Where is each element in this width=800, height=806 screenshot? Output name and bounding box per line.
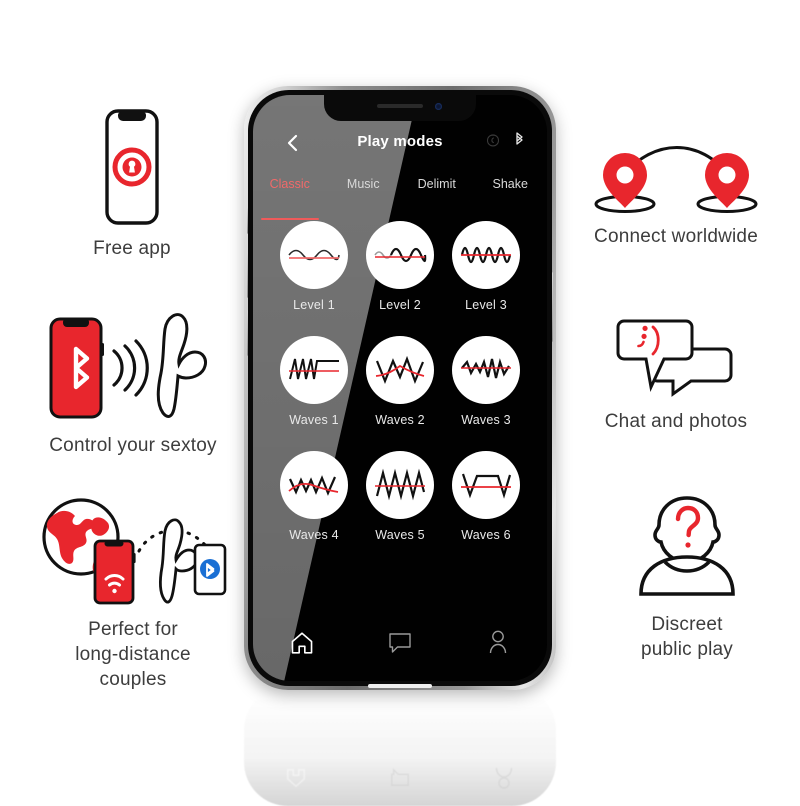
tab-classic[interactable]: Classic: [253, 177, 327, 211]
mode-waves-4[interactable]: Waves 4: [271, 451, 357, 542]
waveform-sine-rising-amplitude: [366, 221, 434, 289]
waveform-sine-low-amplitude: [280, 221, 348, 289]
earpiece-speaker: [377, 104, 423, 108]
home-indicator: [368, 684, 432, 688]
play-modes-grid: Level 1 Level 2 Level 3 Waves 1 Waves 2 …: [253, 221, 547, 542]
feature-caption: Chat and photos: [604, 411, 748, 432]
feature-free-app: Free app: [32, 108, 232, 261]
tab-delimit[interactable]: Delimit: [400, 177, 474, 211]
feature-long-distance: Perfect for long-distance couples: [22, 495, 244, 692]
phone-bezel: Play modes Classic Music Delimit Shake L…: [248, 90, 552, 686]
phone-mockup: Play modes Classic Music Delimit Shake L…: [236, 86, 564, 806]
feature-control-toy: Control your sextoy: [22, 305, 244, 458]
mode-label: Level 3: [465, 298, 507, 312]
anonymous-person-icon: [625, 492, 749, 602]
mode-tabs: Classic Music Delimit Shake: [253, 177, 547, 211]
phone-screen: Play modes Classic Music Delimit Shake L…: [253, 95, 547, 681]
reflected-home-icon: [244, 758, 348, 798]
mode-label: Level 1: [293, 298, 335, 312]
tab-shake[interactable]: Shake: [474, 177, 548, 211]
feature-caption: Control your sextoy: [49, 435, 217, 456]
mode-waves-2[interactable]: Waves 2: [357, 336, 443, 427]
person-icon: [488, 630, 508, 660]
front-camera-icon: [435, 103, 442, 110]
nav-chat-button[interactable]: [351, 623, 449, 667]
status-icons: [486, 132, 525, 153]
tab-music[interactable]: Music: [327, 177, 401, 211]
map-pins-arc-icon: [583, 140, 769, 214]
nav-profile-button[interactable]: [449, 623, 547, 667]
mode-waves-5[interactable]: Waves 5: [357, 451, 443, 542]
phone-reflection: [244, 686, 556, 806]
mode-waves-6[interactable]: Waves 6: [443, 451, 529, 542]
globe-phone-toy-icon: [33, 495, 233, 607]
phone-body: Play modes Classic Music Delimit Shake L…: [244, 86, 556, 690]
mode-level-1[interactable]: Level 1: [271, 221, 357, 312]
feature-connect-worldwide: Connect worldwide: [570, 140, 782, 249]
feature-caption: Connect worldwide: [594, 226, 758, 247]
waveform-square-plateau: [452, 451, 520, 519]
mode-waves-3[interactable]: Waves 3: [443, 336, 529, 427]
app-header: Play modes: [253, 125, 547, 165]
waveform-zigzag-descending: [280, 451, 348, 519]
promo-layout: Free app Control your sextoy Perfect for…: [0, 0, 800, 806]
feature-caption: Discreet public play: [641, 614, 733, 660]
speech-bubble-icon: [387, 631, 413, 660]
phone-bluetooth-toy-icon: [35, 305, 231, 423]
mode-label: Waves 2: [375, 413, 425, 427]
mode-label: Level 2: [379, 298, 421, 312]
reflected-profile-icon: [452, 758, 556, 798]
feature-discreet-play: Discreet public play: [592, 492, 782, 662]
mode-level-2[interactable]: Level 2: [357, 221, 443, 312]
bottom-nav: [253, 623, 547, 667]
feature-chat-photos: Chat and photos: [576, 315, 776, 434]
waveform-sine-high-frequency: [452, 221, 520, 289]
waveform-triangle-peak: [366, 336, 434, 404]
mode-label: Waves 4: [289, 528, 339, 542]
mode-label: Waves 6: [461, 528, 511, 542]
waveform-mixed-spikes: [452, 336, 520, 404]
mode-waves-1[interactable]: Waves 1: [271, 336, 357, 427]
toy-battery-icon[interactable]: [486, 133, 500, 152]
bluetooth-icon[interactable]: [514, 132, 525, 153]
mode-level-3[interactable]: Level 3: [443, 221, 529, 312]
mode-label: Waves 5: [375, 528, 425, 542]
phone-notch: [324, 95, 476, 121]
mode-label: Waves 3: [461, 413, 511, 427]
feature-caption: Perfect for long-distance couples: [75, 619, 191, 690]
waveform-sawtooth-then-flat: [280, 336, 348, 404]
speech-bubbles-wink-icon: [611, 315, 741, 399]
feature-caption: Free app: [93, 238, 171, 259]
mode-label: Waves 1: [289, 413, 339, 427]
reflected-chat-icon: [348, 758, 452, 798]
phone-with-lock-icon: [89, 108, 175, 226]
nav-home-button[interactable]: [253, 623, 351, 667]
waveform-triangle-train: [366, 451, 434, 519]
home-icon: [289, 630, 315, 661]
